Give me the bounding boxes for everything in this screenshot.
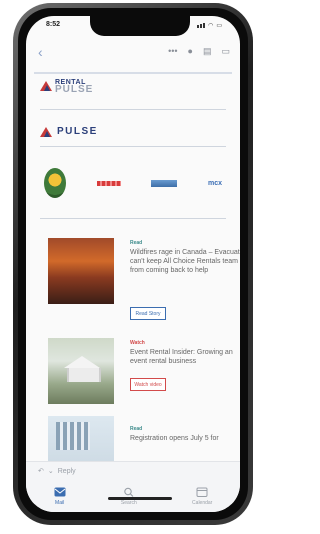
sponsor-red-logo[interactable]	[96, 180, 121, 186]
wifi-icon: ◠	[208, 23, 214, 29]
battery-icon: ▭	[216, 23, 222, 29]
story-title[interactable]: Event Rental Insider: Growing an event r…	[130, 348, 240, 366]
story-item[interactable]: Read Wildfires rage in Canada – Evacuati…	[48, 238, 240, 320]
story-thumbnail-wildfire[interactable]	[48, 238, 114, 304]
reply-label: Reply	[57, 467, 76, 475]
signal-icon	[197, 22, 206, 29]
story-title[interactable]: Wildfires rage in Canada – Evacuation ca…	[130, 248, 240, 275]
pulse-logo: PULSE	[40, 126, 98, 137]
notch	[90, 16, 190, 36]
rental-pulse-logo: RENTAL PULSE	[40, 79, 94, 95]
screen: 8:52 ◠ ▭ ‹ ••• ● ▤ ▭ RENTAL PULSE PULSE …	[26, 16, 240, 512]
tab-search-label: Search	[120, 500, 137, 506]
story-thumbnail-tent[interactable]	[48, 338, 114, 404]
story-category: Read	[130, 426, 143, 432]
logo-mark-icon	[40, 126, 52, 137]
mail-toolbar: ‹ ••• ● ▤ ▭	[26, 42, 240, 64]
story-item[interactable]: Watch Event Rental Insider: Growing an e…	[48, 338, 233, 408]
section-divider	[40, 109, 226, 110]
section-divider	[40, 146, 226, 147]
sponsor-mcx-logo[interactable]: mcx	[208, 180, 222, 187]
sponsor-blue-logo[interactable]	[151, 179, 178, 187]
sponsor-badge-logo[interactable]	[44, 168, 66, 198]
story-category: Read	[130, 240, 143, 246]
phone-frame: 8:52 ◠ ▭ ‹ ••• ● ▤ ▭ RENTAL PULSE PULSE …	[13, 3, 253, 525]
section-divider	[40, 218, 226, 219]
tent-body	[67, 368, 101, 382]
home-indicator[interactable]	[108, 497, 172, 500]
status-icons: ◠ ▭	[197, 22, 222, 29]
tab-calendar[interactable]: Calendar	[192, 487, 212, 506]
tab-mail[interactable]: Mail	[54, 487, 66, 506]
phone-bezel: 8:52 ◠ ▭ ‹ ••• ● ▤ ▭ RENTAL PULSE PULSE …	[18, 8, 248, 520]
back-chevron-icon[interactable]: ‹	[38, 44, 43, 60]
status-time: 8:52	[46, 21, 61, 28]
header-divider	[34, 72, 232, 74]
reply-chevron-icon: ⌄	[47, 468, 54, 475]
mail-icon	[54, 487, 66, 497]
trash-icon[interactable]: ▤	[203, 46, 212, 57]
search-icon	[124, 487, 134, 497]
tab-calendar-label: Calendar	[192, 500, 213, 506]
reply-arrow-icon: ↶	[38, 468, 44, 475]
reply-bar[interactable]: ↶ ⌄ Reply	[26, 461, 240, 480]
pulse-wordmark: PULSE	[57, 126, 98, 137]
read-story-button[interactable]: Read Story	[130, 307, 166, 320]
archive-icon[interactable]: ▭	[221, 46, 230, 57]
logo-mark-icon	[40, 81, 52, 91]
story-title[interactable]: Registration opens July 5 for	[130, 434, 240, 443]
logo-line2: PULSE	[55, 84, 94, 95]
sponsor-logos: mcx	[36, 163, 230, 203]
calendar-icon	[196, 487, 208, 497]
tent-roof	[64, 356, 100, 368]
story-category: Watch	[130, 340, 145, 346]
tab-mail-label: Mail	[55, 500, 65, 506]
more-ellipsis-icon[interactable]: •••	[168, 46, 177, 57]
watch-video-button[interactable]: Watch video	[130, 378, 166, 391]
building-shape	[56, 422, 90, 450]
microphone-icon[interactable]: ●	[188, 46, 193, 57]
tab-bar: Mail Search Calendar	[26, 479, 240, 512]
